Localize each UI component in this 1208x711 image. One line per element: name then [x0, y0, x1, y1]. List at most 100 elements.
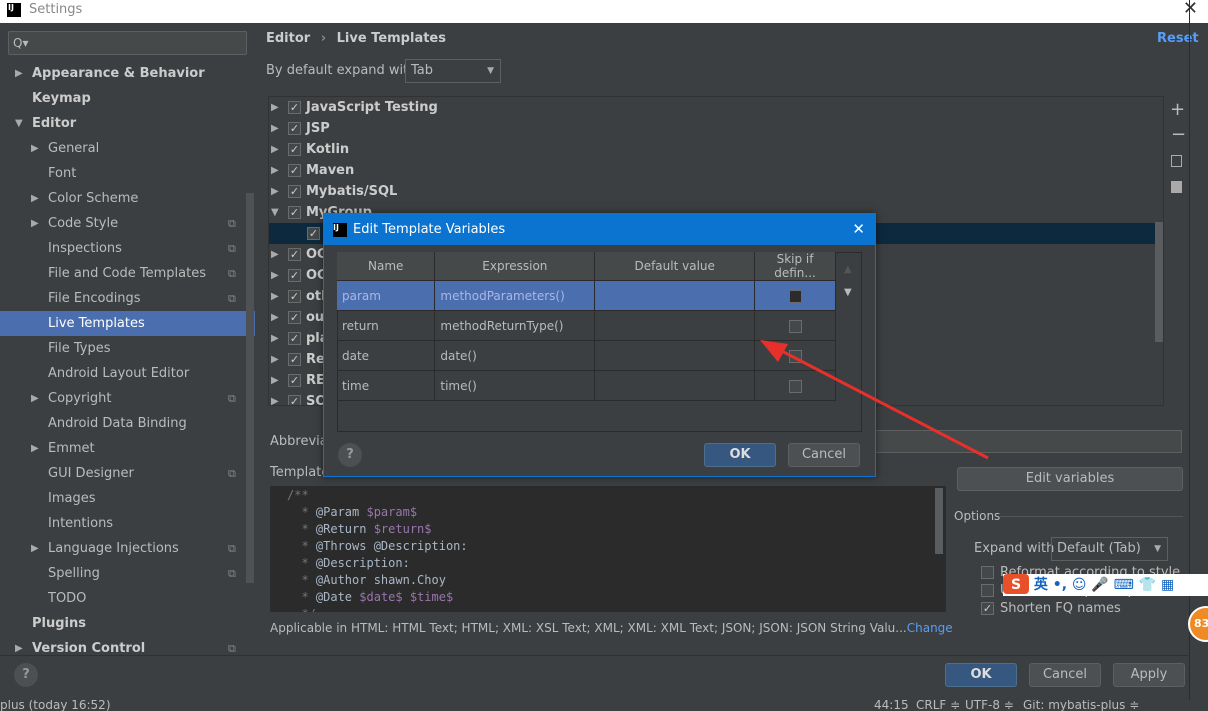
edit-variables-button[interactable]: Edit variables	[957, 467, 1183, 491]
chevron-right-icon[interactable]: ▶	[271, 286, 279, 307]
add-template-button[interactable]: +	[1170, 99, 1185, 120]
sidebar-item-images[interactable]: Images	[0, 486, 255, 511]
variable-name-cell[interactable]: param	[337, 280, 436, 311]
sidebar-item-font[interactable]: Font	[0, 161, 255, 186]
sidebar-item-appearance-behavior[interactable]: ▶ Appearance & Behavior	[0, 61, 255, 86]
sidebar-item-keymap[interactable]: Keymap	[0, 86, 255, 111]
tree-row[interactable]: ▶ ✓ Maven	[269, 160, 1155, 181]
sidebar-item-code-style[interactable]: ▶ Code Style ⧉	[0, 211, 255, 236]
chevron-right-icon[interactable]: ▶	[31, 186, 39, 211]
caret-position[interactable]: 44:15	[874, 700, 909, 711]
chevron-right-icon[interactable]: ▶	[31, 136, 39, 161]
tree-row[interactable]: ▶ ✓ JavaScript Testing	[269, 97, 1155, 118]
sidebar-scrollbar[interactable]	[246, 193, 254, 583]
column-header-3[interactable]: Skip if defin...	[754, 252, 836, 281]
chevron-right-icon[interactable]: ▶	[271, 181, 279, 202]
sidebar-item-language-injections[interactable]: ▶ Language Injections ⧉	[0, 536, 255, 561]
chevron-down-icon[interactable]: ▼	[271, 202, 279, 223]
move-up-button[interactable]: ▲	[844, 264, 852, 275]
sidebar-item-inspections[interactable]: Inspections ⧉	[0, 236, 255, 261]
checkbox[interactable]	[981, 566, 994, 579]
sidebar-item-live-templates[interactable]: Live Templates	[0, 311, 255, 336]
variable-expression-cell[interactable]: methodParameters()	[434, 280, 596, 311]
file-encoding[interactable]: UTF-8 ≑	[965, 700, 1014, 711]
template-checkbox[interactable]: ✓	[288, 143, 301, 156]
chevron-down-icon[interactable]: ▼	[15, 111, 23, 136]
variable-default-cell[interactable]	[594, 340, 756, 371]
reset-link[interactable]: Reset	[1157, 31, 1199, 46]
variable-expression-cell[interactable]: methodReturnType()	[434, 310, 596, 341]
template-checkbox[interactable]: ✓	[288, 269, 301, 282]
sidebar-item-spelling[interactable]: Spelling ⧉	[0, 561, 255, 586]
tree-row[interactable]: ▶ ✓ Kotlin	[269, 139, 1155, 160]
template-text-editor[interactable]: /** * @Param $param$ * @Return $return$ …	[270, 486, 946, 612]
chevron-right-icon[interactable]: ▶	[271, 349, 279, 370]
sidebar-item-android-layout-editor[interactable]: Android Layout Editor	[0, 361, 255, 386]
help-button[interactable]: ?	[14, 663, 38, 687]
dialog-help-button[interactable]: ?	[338, 443, 362, 467]
template-checkbox[interactable]: ✓	[288, 311, 301, 324]
settings-search-input[interactable]: Q▾	[8, 31, 247, 55]
chevron-right-icon[interactable]: ▶	[271, 244, 279, 265]
variable-expression-cell[interactable]: date()	[434, 340, 596, 371]
chevron-right-icon[interactable]: ▶	[271, 160, 279, 181]
chevron-right-icon[interactable]: ▶	[271, 139, 279, 160]
sidebar-item-copyright[interactable]: ▶ Copyright ⧉	[0, 386, 255, 411]
column-header-0[interactable]: Name	[337, 252, 436, 281]
sidebar-item-todo[interactable]: TODO	[0, 586, 255, 611]
template-checkbox[interactable]: ✓	[288, 395, 301, 405]
sidebar-item-editor[interactable]: ▼ Editor	[0, 111, 255, 136]
chevron-right-icon[interactable]: ▶	[271, 307, 279, 328]
chevron-right-icon[interactable]: ▶	[31, 386, 39, 411]
editor-scrollbar[interactable]	[935, 488, 943, 554]
git-branch[interactable]: Git: mybatis-plus ≑	[1023, 700, 1139, 711]
chevron-right-icon[interactable]: ▶	[31, 211, 39, 236]
move-down-button[interactable]: ▼	[844, 287, 852, 298]
sidebar-item-plugins[interactable]: Plugins	[0, 611, 255, 636]
variable-default-cell[interactable]	[594, 370, 756, 401]
template-checkbox[interactable]: ✓	[288, 290, 301, 303]
template-checkbox[interactable]: ✓	[288, 248, 301, 261]
sidebar-item-gui-designer[interactable]: GUI Designer ⧉	[0, 461, 255, 486]
option-checkbox[interactable]: ✓ Shorten FQ names	[981, 601, 1121, 616]
template-checkbox[interactable]: ✓	[288, 185, 301, 198]
ime-language[interactable]: 英	[1034, 577, 1048, 593]
variable-name-cell[interactable]: time	[337, 370, 436, 401]
change-contexts-link[interactable]: Change	[907, 621, 953, 635]
chevron-right-icon[interactable]: ▶	[271, 97, 279, 118]
sidebar-item-color-scheme[interactable]: ▶ Color Scheme	[0, 186, 255, 211]
skip-if-defined-checkbox[interactable]	[788, 289, 802, 303]
chevron-right-icon[interactable]: ▶	[31, 536, 39, 561]
template-checkbox[interactable]: ✓	[288, 374, 301, 387]
checkbox[interactable]: ✓	[981, 602, 994, 615]
chevron-right-icon[interactable]: ▶	[31, 436, 39, 461]
close-window-button[interactable]: ✕	[1183, 0, 1198, 19]
chevron-right-icon[interactable]: ▶	[271, 328, 279, 349]
sidebar-item-file-encodings[interactable]: File Encodings ⧉	[0, 286, 255, 311]
ok-button[interactable]: OK	[945, 663, 1017, 687]
line-separator[interactable]: CRLF ≑	[916, 700, 960, 711]
variable-name-cell[interactable]: date	[337, 340, 436, 371]
sidebar-item-file-types[interactable]: File Types	[0, 336, 255, 361]
skip-if-defined-cell[interactable]	[754, 280, 836, 311]
tree-row[interactable]: ▶ ✓ Mybatis/SQL	[269, 181, 1155, 202]
template-checkbox[interactable]: ✓	[288, 101, 301, 114]
template-group-icon[interactable]	[1171, 181, 1182, 193]
column-header-1[interactable]: Expression	[434, 252, 596, 281]
template-checkbox[interactable]: ✓	[288, 332, 301, 345]
variable-row[interactable]: param methodParameters()	[337, 280, 836, 311]
checkbox[interactable]	[981, 584, 994, 597]
breadcrumb-editor[interactable]: Editor	[266, 31, 310, 46]
template-checkbox[interactable]: ✓	[288, 122, 301, 135]
chevron-right-icon[interactable]: ▶	[15, 636, 23, 661]
chevron-right-icon[interactable]: ▶	[271, 265, 279, 286]
cancel-button[interactable]: Cancel	[1029, 663, 1101, 687]
variable-default-cell[interactable]	[594, 310, 756, 341]
template-checkbox[interactable]: ✓	[288, 164, 301, 177]
column-header-2[interactable]: Default value	[594, 252, 756, 281]
sidebar-item-general[interactable]: ▶ General	[0, 136, 255, 161]
tree-row[interactable]: ▶ ✓ JSP	[269, 118, 1155, 139]
sidebar-item-intentions[interactable]: Intentions	[0, 511, 255, 536]
expand-with-dropdown[interactable]: Tab ▼	[405, 59, 501, 83]
variable-default-cell[interactable]	[594, 280, 756, 311]
